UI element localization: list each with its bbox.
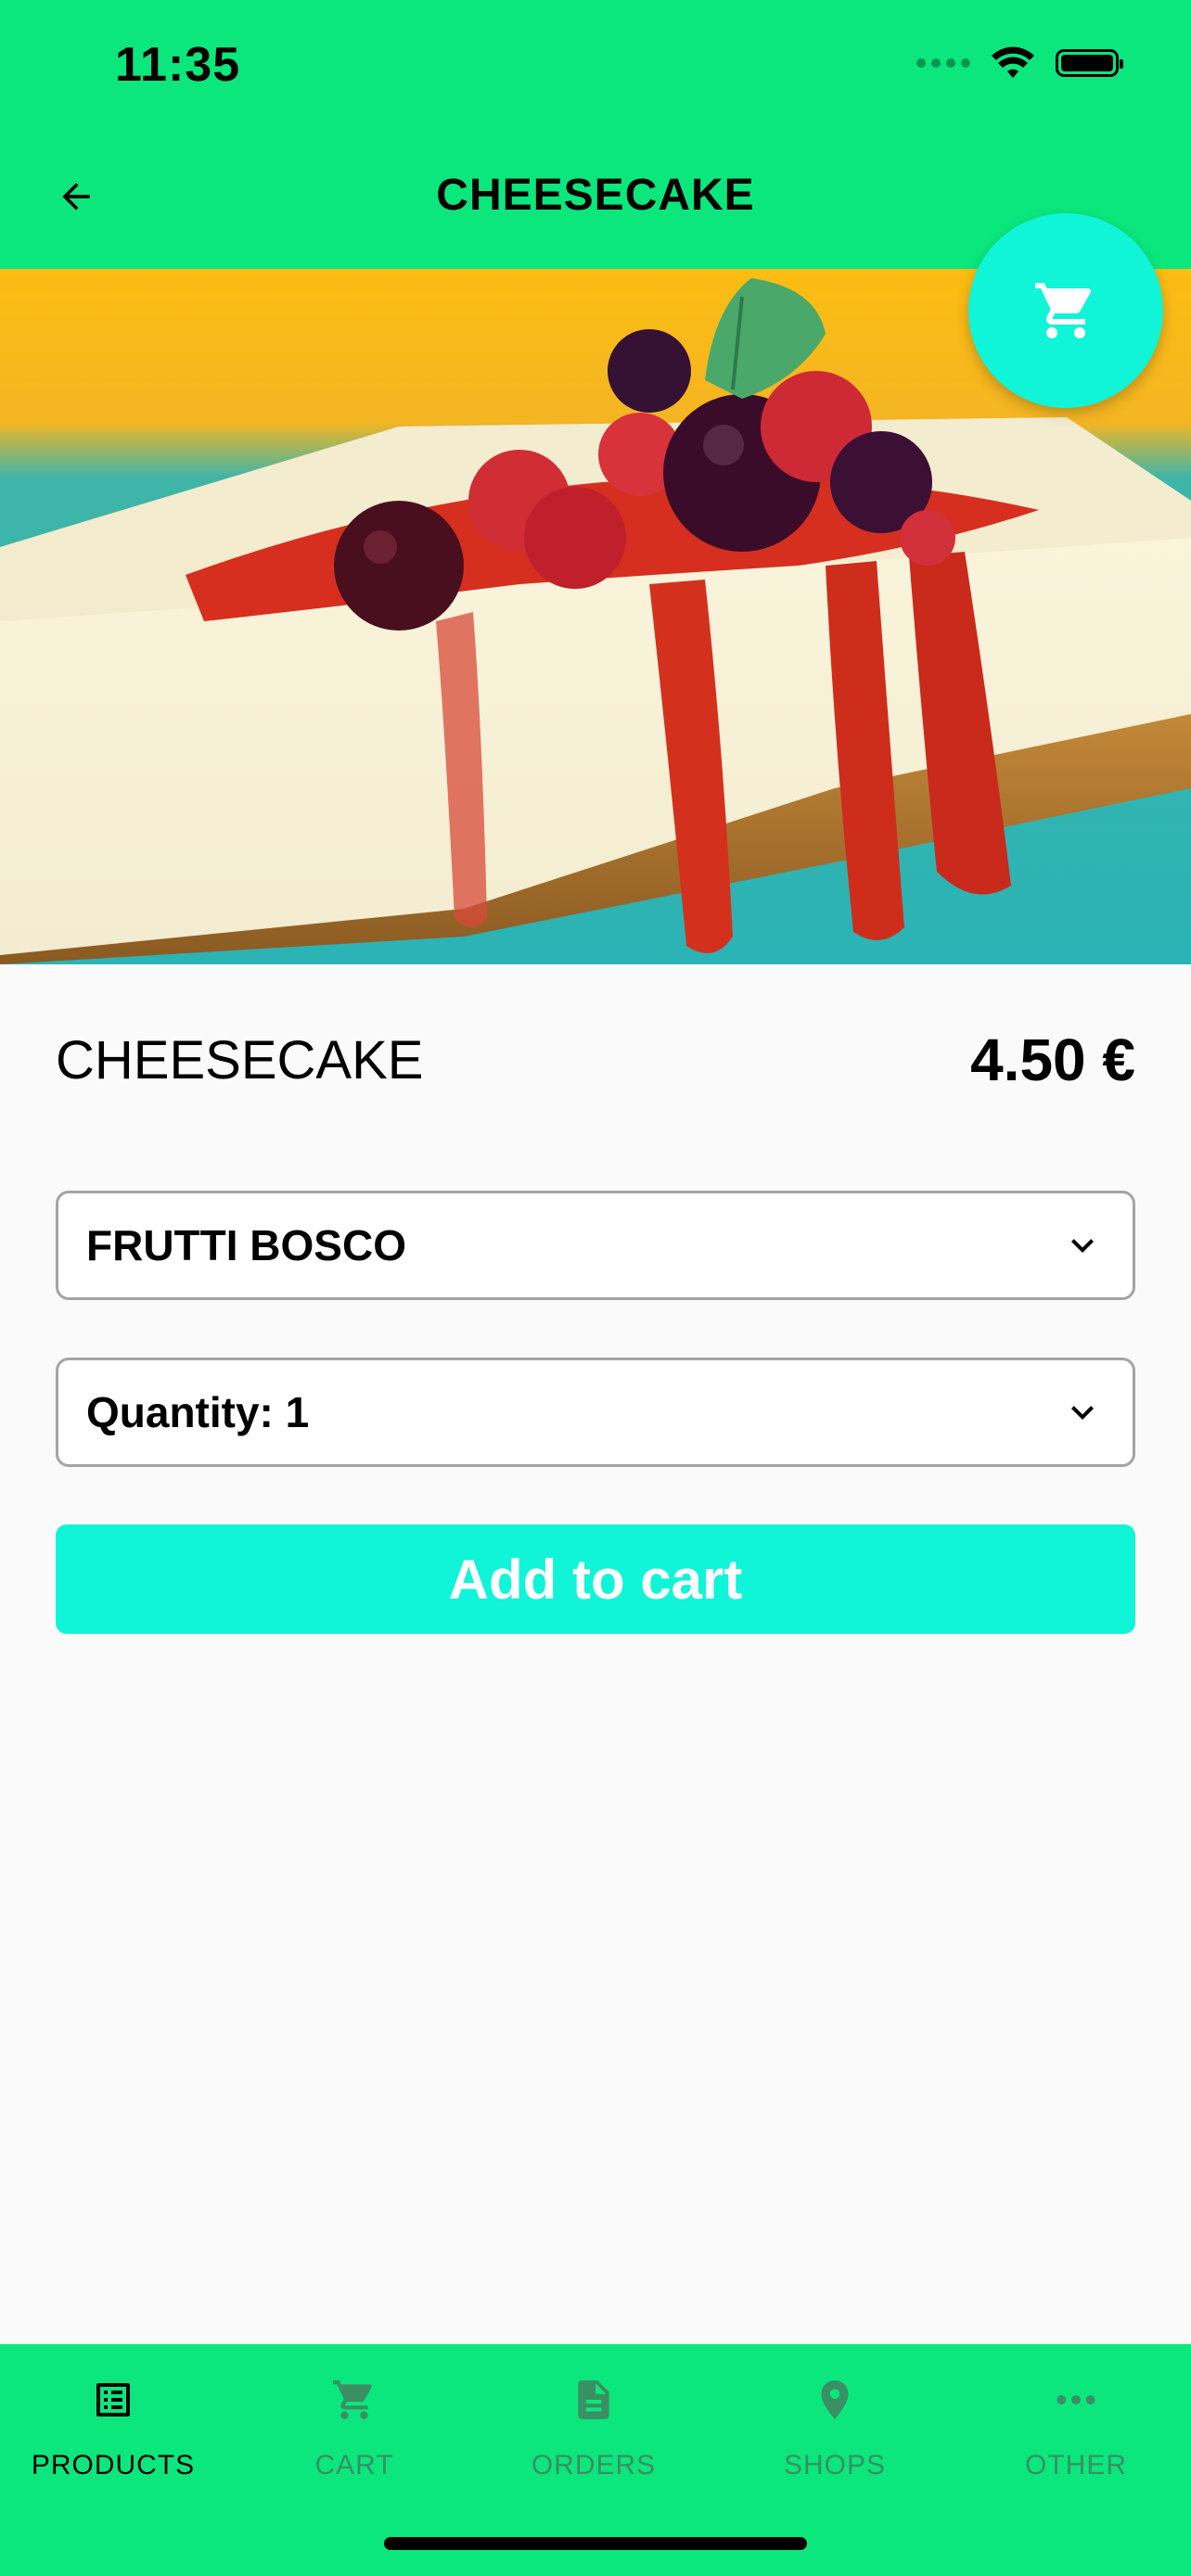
add-to-cart-button[interactable]: Add to cart (56, 1524, 1135, 1634)
flavor-select-value: FRUTTI BOSCO (86, 1221, 406, 1269)
product-price: 4.50 € (970, 1027, 1135, 1093)
chevron-down-icon (1071, 1406, 1094, 1420)
nav-label-shops: SHOPS (783, 2450, 887, 2480)
nav-item-cart[interactable]: CART (243, 2372, 466, 2520)
nav-item-shops[interactable]: SHOPS (724, 2372, 946, 2520)
cart-icon (333, 2380, 372, 2419)
document-icon (578, 2380, 609, 2419)
nav-label-products: PRODUCTS (31, 2450, 196, 2480)
nav-item-orders[interactable]: ORDERS (482, 2372, 705, 2520)
cellular-signal-icon (916, 58, 970, 68)
status-indicators (916, 46, 1123, 80)
status-time: 11:35 (115, 38, 241, 92)
cart-fab-button[interactable] (968, 213, 1163, 408)
nav-item-products[interactable]: PRODUCTS (2, 2372, 224, 2520)
nav-label-other: OTHER (1025, 2450, 1127, 2480)
product-name: CHEESECAKE (56, 1030, 424, 1090)
home-indicator (384, 2537, 807, 2550)
nav-item-other[interactable]: OTHER (965, 2372, 1187, 2520)
page-title: CHEESECAKE (436, 171, 755, 220)
chevron-down-icon (1071, 1239, 1094, 1253)
nav-label-cart: CART (314, 2450, 394, 2480)
battery-icon (1056, 49, 1123, 77)
more-horizontal-icon (1057, 2395, 1095, 2404)
nav-label-orders: ORDERS (531, 2450, 657, 2480)
flavor-select[interactable]: FRUTTI BOSCO (56, 1191, 1135, 1300)
quantity-select[interactable]: Quantity: 1 (56, 1358, 1135, 1467)
wifi-icon (992, 46, 1034, 78)
location-pin-icon (821, 2380, 849, 2419)
list-icon (96, 2383, 130, 2417)
cart-icon (1035, 283, 1092, 338)
quantity-select-value: Quantity: 1 (86, 1388, 310, 1436)
